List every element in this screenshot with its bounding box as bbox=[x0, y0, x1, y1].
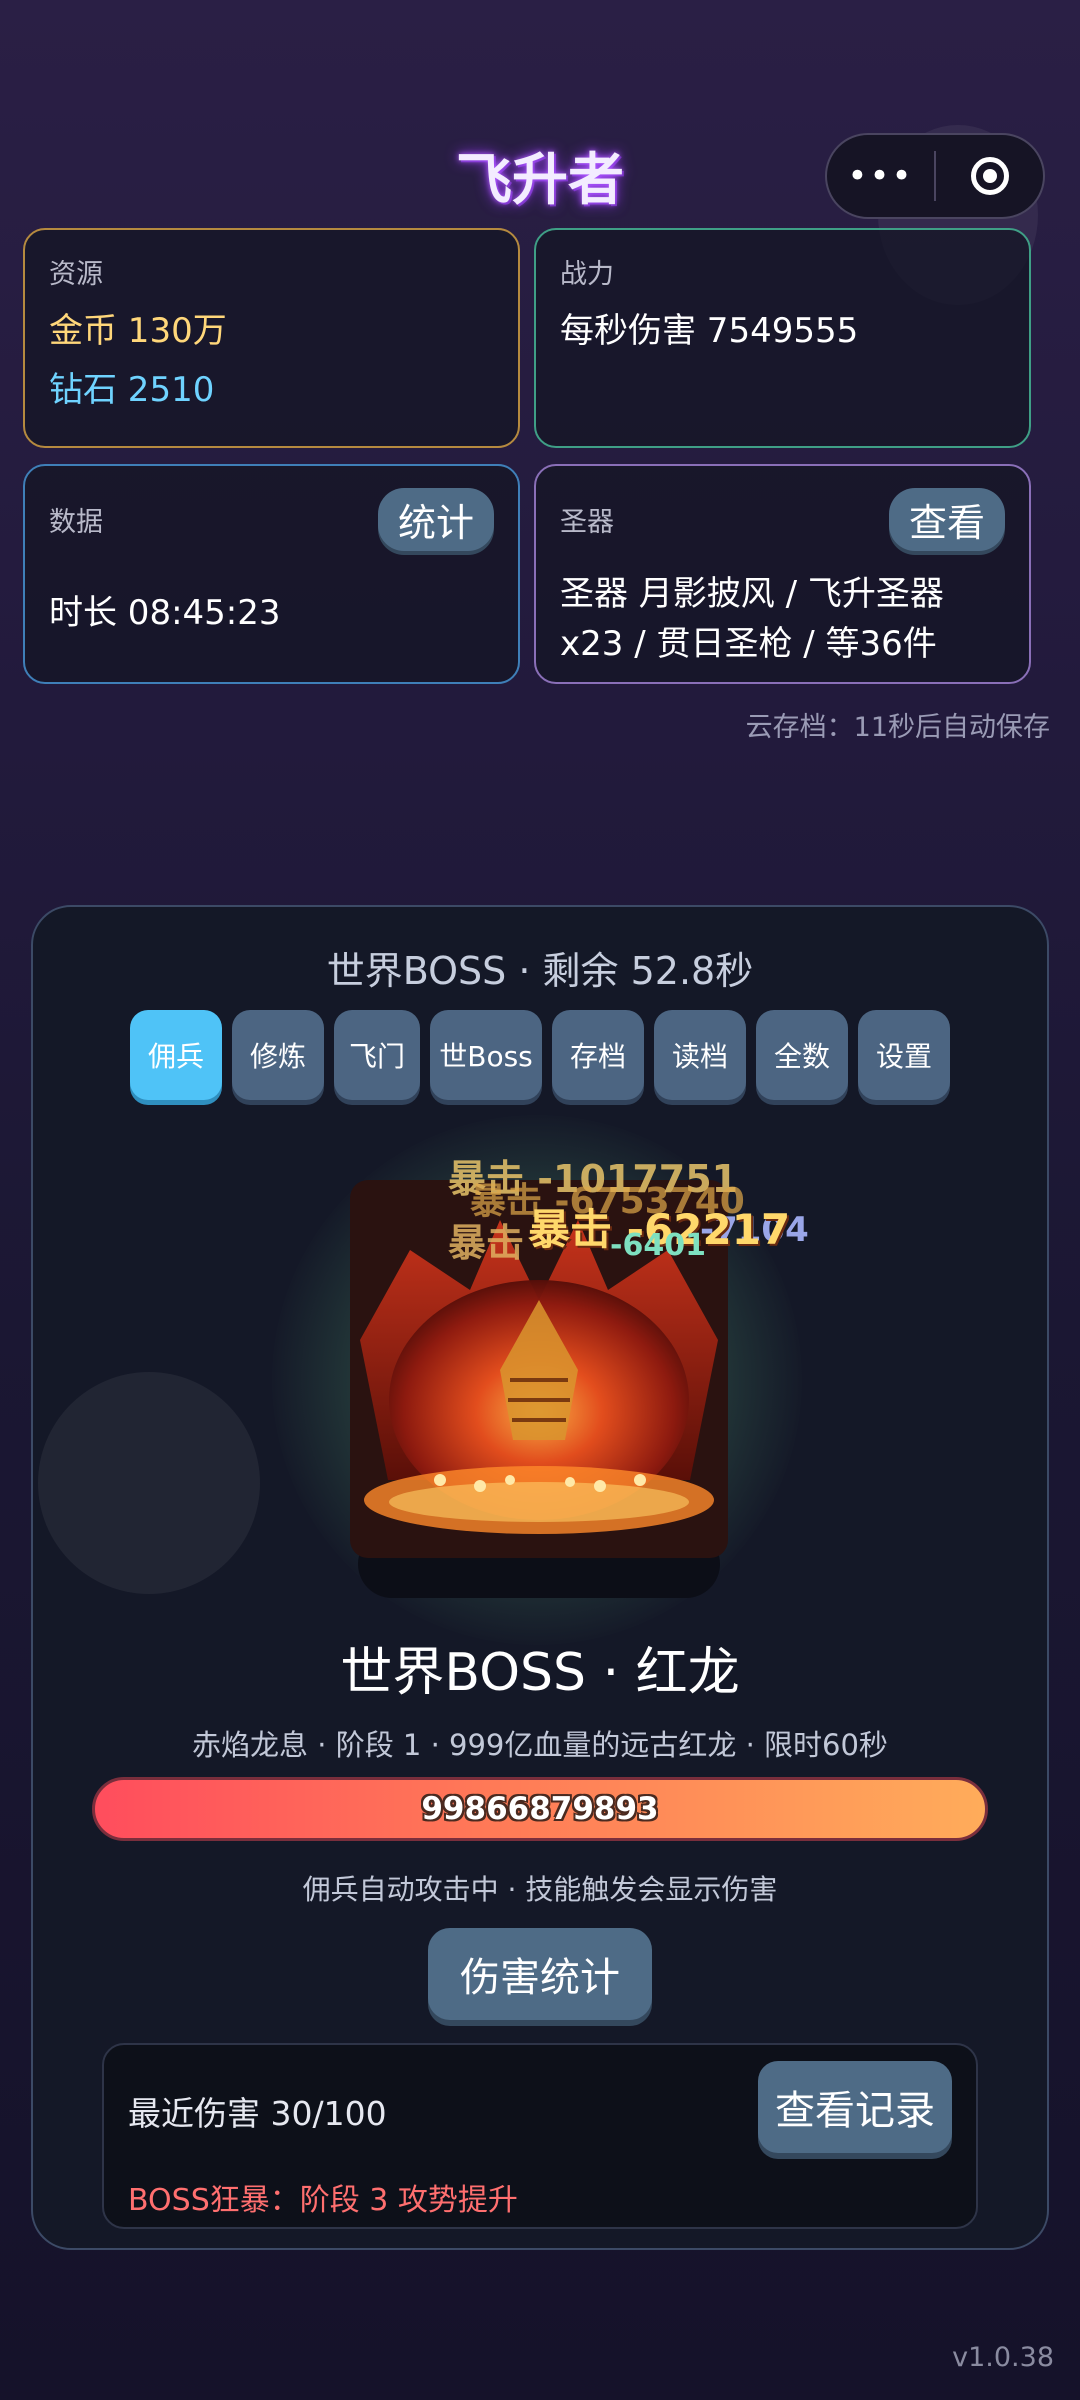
boss-rage-notice: BOSS狂暴：阶段 3 攻势提升 bbox=[128, 2183, 518, 2218]
artifacts-card: 圣器 查看 圣器 月影披风 / 飞升圣器x23 / 贯日圣枪 / 等36件 bbox=[534, 464, 1031, 684]
damage-stats-button[interactable]: 伤害统计 bbox=[428, 1928, 652, 2020]
function-tabs: 佣兵 修炼 飞门 世Boss 存档 读档 全数 设置 bbox=[130, 1010, 950, 1100]
recent-damage-count: 最近伤害 30/100 bbox=[128, 2094, 387, 2133]
auto-attack-note: 佣兵自动攻击中 · 技能触发会显示伤害 bbox=[302, 1873, 778, 1906]
power-label: 战力 bbox=[560, 259, 614, 290]
tab-mercenary[interactable]: 佣兵 bbox=[130, 1010, 222, 1100]
decor-circle bbox=[38, 1372, 260, 1594]
version-label: v1.0.38 bbox=[952, 2342, 1054, 2373]
tab-settings[interactable]: 设置 bbox=[858, 1010, 950, 1100]
boss-description: 赤焰龙息 · 阶段 1 · 999亿血量的远古红龙 · 限时60秒 bbox=[192, 1728, 888, 1762]
tab-world-boss[interactable]: 世Boss bbox=[430, 1010, 542, 1100]
tab-training[interactable]: 修炼 bbox=[232, 1010, 324, 1100]
stats-card: 数据 统计 时长 08:45:23 bbox=[23, 464, 520, 684]
play-duration: 时长 08:45:23 bbox=[49, 593, 281, 633]
tab-load[interactable]: 读档 bbox=[654, 1010, 746, 1100]
boss-timer-header: 世界BOSS · 剩余 52.8秒 bbox=[326, 949, 754, 993]
damage-popup: -6401 bbox=[610, 1228, 706, 1263]
diamond-value: 钻石 2510 bbox=[49, 370, 215, 410]
tab-ascend-gate[interactable]: 飞门 bbox=[334, 1010, 420, 1100]
damage-popup: 暴击 bbox=[448, 1221, 525, 1265]
boss-hp-value: 99866879893 bbox=[421, 1791, 659, 1827]
boss-hp-bar: 99866879893 bbox=[92, 1777, 988, 1841]
more-icon[interactable]: ••• bbox=[827, 156, 934, 196]
artifacts-view-button[interactable]: 查看 bbox=[888, 488, 1005, 551]
power-card: 战力 每秒伤害 7549555 bbox=[534, 228, 1031, 448]
view-records-button[interactable]: 查看记录 bbox=[758, 2061, 952, 2153]
close-miniprogram-button[interactable] bbox=[936, 157, 1043, 195]
mini-program-capsule: ••• bbox=[825, 133, 1045, 219]
tab-all-stats[interactable]: 全数 bbox=[756, 1010, 848, 1100]
gold-value: 金币 130万 bbox=[49, 311, 227, 351]
resources-label: 资源 bbox=[49, 259, 103, 290]
resources-card: 资源 金币 130万 钻石 2510 bbox=[23, 228, 520, 448]
dps-value: 每秒伤害 7549555 bbox=[560, 311, 859, 351]
tab-save[interactable]: 存档 bbox=[552, 1010, 644, 1100]
cloud-save-status: 云存档：11秒后自动保存 bbox=[745, 712, 1050, 743]
target-icon bbox=[970, 157, 1009, 195]
boss-name: 世界BOSS · 红龙 bbox=[340, 1643, 740, 1703]
stats-button[interactable]: 统计 bbox=[377, 488, 494, 551]
artifacts-summary: 圣器 月影披风 / 飞升圣器x23 / 贯日圣枪 / 等36件 bbox=[560, 574, 944, 664]
